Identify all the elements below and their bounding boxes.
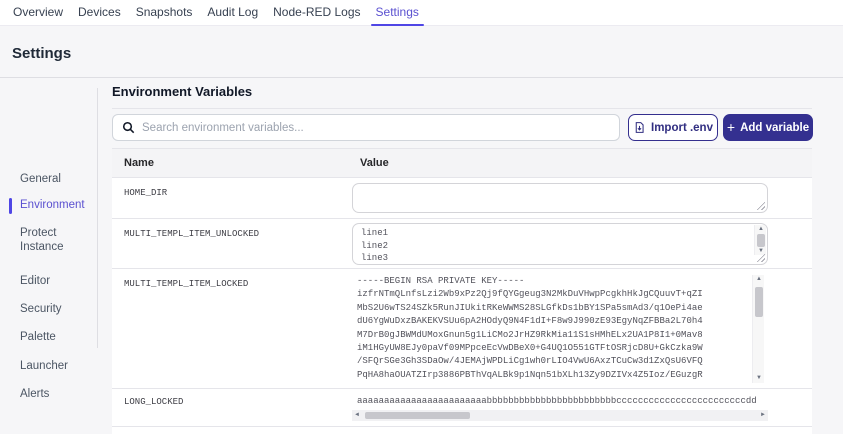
sidebar-item-palette[interactable]: Palette [20, 330, 92, 344]
sidebar-item-general[interactable]: General [20, 172, 92, 186]
tab-audit-log[interactable]: Audit Log [207, 0, 258, 26]
sidebar-item-security[interactable]: Security [20, 302, 92, 316]
scrollbar-thumb[interactable] [757, 234, 765, 247]
env-var-name: MULTI_TEMPL_ITEM_LOCKED [124, 279, 249, 289]
add-variable-label: Add variable [740, 121, 810, 134]
search-input[interactable] [142, 121, 610, 134]
sidebar-item-editor[interactable]: Editor [20, 274, 92, 288]
scroll-up-icon[interactable]: ▲ [755, 225, 767, 234]
page-divider [0, 77, 843, 78]
sidebar-item-environment[interactable]: Environment [9, 198, 92, 214]
scrollbar-thumb[interactable] [365, 412, 470, 419]
tab-node-red-logs[interactable]: Node-RED Logs [273, 0, 360, 26]
page-title: Settings [12, 45, 72, 62]
tab-overview[interactable]: Overview [13, 0, 63, 26]
section-heading-rule [112, 108, 812, 109]
table-row-multi-templ-item-locked: MULTI_TEMPL_ITEM_LOCKED -----BEGIN RSA P… [112, 269, 812, 389]
tab-snapshots[interactable]: Snapshots [136, 0, 193, 26]
scroll-right-icon[interactable]: ► [758, 410, 768, 421]
env-var-name: HOME_DIR [124, 188, 168, 198]
plus-icon: + [726, 119, 736, 135]
vertical-scrollbar[interactable]: ▲ ▼ [754, 225, 766, 255]
scroll-left-icon[interactable]: ◄ [352, 410, 362, 421]
sidebar-item-launcher[interactable]: Launcher [20, 359, 92, 373]
table-header-row: Name Value [112, 149, 812, 178]
table-row-long-locked: LONG_LOCKED aaaaaaaaaaaaaaaaaaaaaaaabbbb… [112, 389, 812, 427]
table-row-partial [112, 427, 812, 434]
horizontal-scrollbar[interactable]: ◄ ► [352, 410, 768, 421]
scroll-up-icon[interactable]: ▲ [753, 275, 765, 284]
env-var-value-textarea[interactable] [352, 183, 768, 213]
scrollbar-thumb[interactable] [755, 287, 763, 317]
env-var-value-locked: -----BEGIN RSA PRIVATE KEY----- izfrNTmQ… [357, 276, 703, 380]
import-env-icon [633, 121, 646, 134]
search-box[interactable] [112, 114, 620, 141]
sidebar-divider [97, 88, 98, 348]
sidebar-item-alerts[interactable]: Alerts [20, 387, 92, 401]
env-var-name: MULTI_TEMPL_ITEM_UNLOCKED [124, 229, 260, 239]
vertical-scrollbar[interactable]: ▲ ▼ [752, 275, 764, 383]
section-heading: Environment Variables [112, 84, 253, 99]
column-header-name: Name [124, 157, 154, 169]
column-header-value: Value [360, 157, 389, 169]
sidebar-item-protect-instance[interactable]: Protect Instance [20, 226, 92, 254]
env-var-value-locked: aaaaaaaaaaaaaaaaaaaaaaaabbbbbbbbbbbbbbbb… [357, 396, 756, 406]
env-var-value-textarea[interactable]: line1 line2 line3 line4 ▲ ▼ [352, 223, 768, 265]
table-row-multi-templ-item-unlocked: MULTI_TEMPL_ITEM_UNLOCKED line1 line2 li… [112, 219, 812, 269]
env-variables-table: Name Value HOME_DIR MULTI_TEMPL_ITEM_UNL… [112, 148, 812, 434]
import-env-button[interactable]: Import .env [628, 114, 718, 141]
settings-sidebar: General Environment Protect Instance Edi… [0, 78, 97, 434]
tab-devices[interactable]: Devices [78, 0, 121, 26]
import-env-label: Import .env [651, 121, 713, 134]
scroll-down-icon[interactable]: ▼ [755, 247, 767, 256]
env-var-value-text: line1 line2 line3 line4 [361, 228, 389, 263]
add-variable-button[interactable]: + Add variable [723, 114, 813, 141]
scroll-down-icon[interactable]: ▼ [753, 374, 765, 383]
resize-handle-icon[interactable] [756, 201, 765, 210]
table-row-home-dir: HOME_DIR [112, 178, 812, 219]
search-icon [122, 121, 135, 134]
instance-settings-page: Overview Devices Snapshots Audit Log Nod… [0, 0, 843, 434]
tab-settings[interactable]: Settings [370, 0, 425, 26]
env-var-name: LONG_LOCKED [124, 397, 184, 407]
instance-tabbar: Overview Devices Snapshots Audit Log Nod… [0, 0, 843, 26]
